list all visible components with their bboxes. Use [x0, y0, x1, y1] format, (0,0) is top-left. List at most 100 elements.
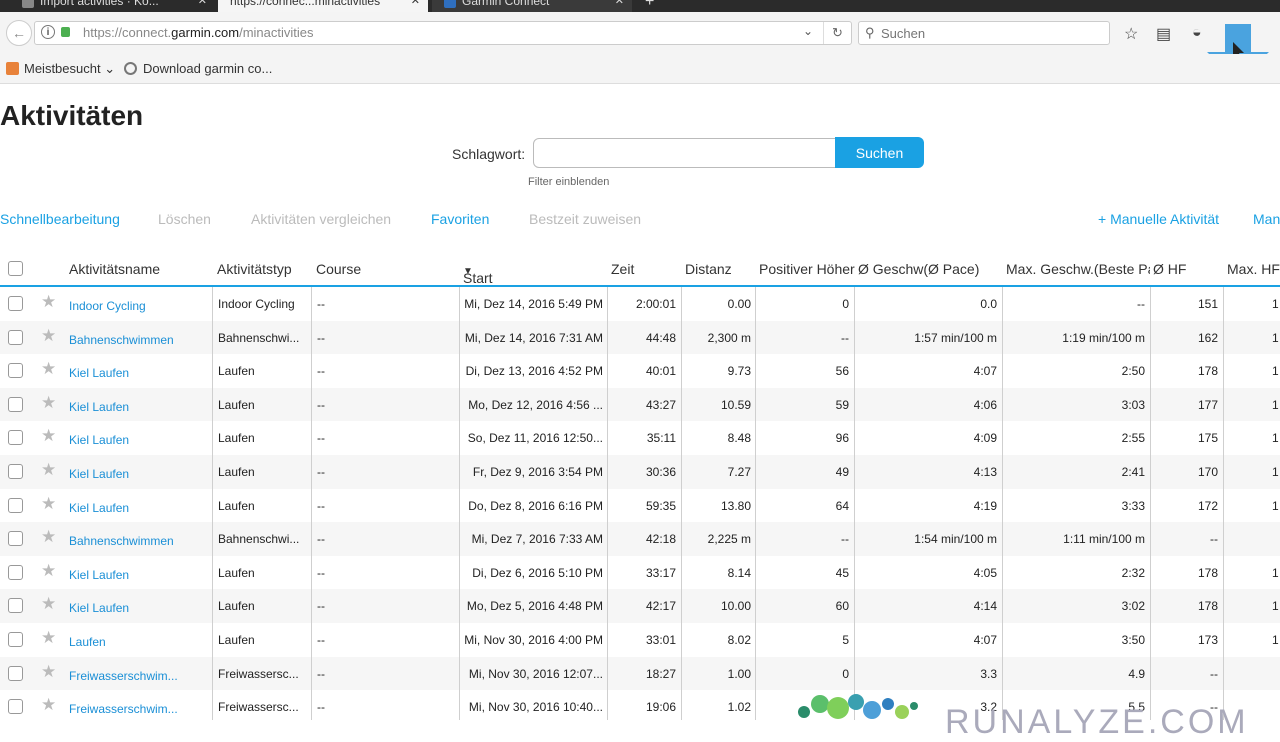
browser-tab[interactable]: Garmin Connect ✕: [432, 0, 632, 12]
assign-best-time-button[interactable]: Bestzeit zuweisen: [529, 211, 641, 227]
avg-heart-rate: 175: [1197, 431, 1218, 446]
row-checkbox[interactable]: [8, 296, 23, 311]
row-checkbox[interactable]: [8, 699, 23, 715]
activity-name-link[interactable]: Kiel Laufen: [69, 501, 209, 515]
favorite-star-icon[interactable]: ★: [41, 527, 56, 547]
col-course[interactable]: Course: [316, 261, 361, 277]
favorite-star-icon[interactable]: ★: [41, 460, 56, 480]
favorite-star-icon[interactable]: ★: [41, 695, 56, 715]
activity-name-link[interactable]: Freiwasserschwim...: [69, 702, 209, 716]
activity-name-link[interactable]: Bahnenschwimmen: [69, 534, 209, 548]
tab-close-icon[interactable]: ✕: [198, 0, 207, 7]
col-name[interactable]: Aktivitätsname: [69, 261, 160, 277]
row-checkbox[interactable]: [8, 531, 23, 547]
activity-name-link[interactable]: Kiel Laufen: [69, 568, 209, 582]
favorite-star-icon[interactable]: ★: [41, 393, 56, 413]
avg-speed: 4:09: [973, 431, 997, 446]
table-row[interactable]: ★ Kiel Laufen Laufen -- Do, Dez 8, 2016 6:16…: [0, 489, 1280, 523]
favorite-star-icon[interactable]: ★: [41, 292, 56, 312]
table-row[interactable]: ★ Kiel Laufen Laufen -- Di, Dez 6, 2016 5:10…: [0, 556, 1280, 590]
col-start[interactable]: Start ▼: [463, 261, 493, 286]
table-row[interactable]: ★ Freiwasserschwim... Freiwassersc... -- Mi,…: [0, 656, 1280, 691]
bookmark-star-icon[interactable]: ☆: [1124, 24, 1138, 44]
manual-activity-button[interactable]: + Manuelle Aktivität: [1098, 211, 1219, 227]
row-checkbox[interactable]: [8, 598, 23, 614]
start-date: Di, Dez 13, 2016 4:52 PM: [465, 364, 603, 379]
favorites-button[interactable]: Favoriten: [431, 211, 489, 227]
activity-name-link[interactable]: Freiwasserschwim...: [69, 669, 209, 683]
favorite-star-icon[interactable]: ★: [41, 359, 56, 379]
col-avg-speed[interactable]: Ø Geschw(Ø Pace): [858, 261, 979, 277]
delete-button[interactable]: Löschen: [158, 211, 211, 227]
table-row[interactable]: ★ Kiel Laufen Laufen -- Mo, Dez 5, 2016 4:48…: [0, 589, 1280, 623]
favorite-star-icon[interactable]: ★: [41, 628, 56, 648]
row-checkbox[interactable]: [8, 329, 23, 345]
table-row[interactable]: ★ Kiel Laufen Laufen -- So, Dez 11, 2016 12:…: [0, 421, 1280, 455]
table-row[interactable]: ★ Kiel Laufen Laufen -- Fr, Dez 9, 2016 3:54…: [0, 455, 1280, 489]
row-checkbox[interactable]: [8, 665, 23, 681]
col-ascent[interactable]: Positiver Höher: [759, 261, 855, 277]
browser-nav-bar: ← i https://connect.garmin.com/minactivi…: [0, 12, 1280, 82]
row-checkbox[interactable]: [8, 430, 23, 446]
row-checkbox[interactable]: [8, 564, 23, 580]
bookmark-download-garmin[interactable]: Download garmin co...: [124, 61, 272, 76]
reading-list-icon[interactable]: ▤: [1156, 24, 1171, 44]
avg-speed: 4:19: [973, 498, 997, 513]
favorite-star-icon[interactable]: ★: [41, 561, 56, 581]
table-row[interactable]: ★ Kiel Laufen Laufen -- Mo, Dez 12, 2016 4:5…: [0, 387, 1280, 422]
row-checkbox[interactable]: [8, 464, 23, 479]
row-checkbox[interactable]: [8, 497, 23, 513]
browser-tab-active[interactable]: https://connec...minactivities ✕: [218, 0, 428, 12]
favorite-star-icon[interactable]: ★: [41, 326, 56, 346]
browser-tab[interactable]: Import activities · Ko... ✕: [10, 0, 215, 12]
browser-search-input[interactable]: [881, 24, 1101, 42]
favorite-star-icon[interactable]: ★: [41, 662, 56, 682]
show-filter-link[interactable]: Filter einblenden: [528, 176, 609, 188]
manual-overflow-button[interactable]: Man: [1253, 211, 1280, 227]
row-checkbox[interactable]: [8, 632, 23, 647]
table-row[interactable]: ★ Laufen Laufen -- Mi, Nov 30, 2016 4:00 PM 3…: [0, 623, 1280, 657]
table-row[interactable]: ★ Bahnenschwimmen Bahnenschwi... -- Mi, Dez …: [0, 320, 1280, 355]
table-row[interactable]: ★ Indoor Cycling Indoor Cycling -- Mi, Dez 1…: [0, 287, 1280, 321]
url-text[interactable]: https://connect.garmin.com/minactivities: [83, 25, 314, 40]
activity-name-link[interactable]: Kiel Laufen: [69, 366, 209, 380]
col-type[interactable]: Aktivitätstyp: [217, 261, 292, 277]
col-distance[interactable]: Distanz: [685, 261, 732, 277]
bookmark-most-visited[interactable]: Meistbesucht ⌄: [6, 61, 115, 77]
max-speed: 4.9: [1128, 666, 1145, 681]
row-checkbox[interactable]: [8, 363, 23, 379]
activity-name-link[interactable]: Indoor Cycling: [69, 299, 209, 313]
chevron-down-icon[interactable]: ⌄: [803, 24, 813, 38]
new-tab-icon[interactable]: +: [645, 0, 654, 11]
tab-close-icon[interactable]: ✕: [411, 0, 420, 7]
row-checkbox[interactable]: [8, 396, 23, 412]
table-row[interactable]: ★ Bahnenschwimmen Bahnenschwi... -- Mi, Dez …: [0, 522, 1280, 556]
address-bar[interactable]: i https://connect.garmin.com/minactiviti…: [34, 21, 852, 45]
activity-name-link[interactable]: Kiel Laufen: [69, 400, 209, 414]
activity-name-link[interactable]: Laufen: [69, 635, 209, 649]
reload-icon[interactable]: ↻: [823, 22, 851, 44]
keyword-input[interactable]: [533, 138, 837, 168]
duration: 42:17: [645, 599, 676, 614]
select-all-checkbox[interactable]: [8, 261, 23, 276]
activity-name-link[interactable]: Kiel Laufen: [69, 433, 209, 447]
pocket-icon[interactable]: ◒: [1192, 24, 1202, 42]
tab-close-icon[interactable]: ✕: [615, 0, 624, 7]
col-avg-hr[interactable]: Ø HF: [1153, 261, 1186, 277]
favorite-star-icon[interactable]: ★: [41, 594, 56, 614]
compare-button[interactable]: Aktivitäten vergleichen: [251, 211, 391, 227]
col-time[interactable]: Zeit: [611, 261, 634, 277]
favorite-star-icon[interactable]: ★: [41, 426, 56, 446]
col-max-speed[interactable]: Max. Geschw.(Beste Pa: [1006, 261, 1150, 277]
browser-search-bar[interactable]: ⚲: [858, 21, 1110, 45]
activity-name-link[interactable]: Kiel Laufen: [69, 467, 209, 481]
activity-name-link[interactable]: Kiel Laufen: [69, 601, 209, 615]
back-arrow-icon[interactable]: ←: [6, 20, 32, 46]
activity-name-link[interactable]: Bahnenschwimmen: [69, 333, 209, 347]
search-button[interactable]: Suchen: [835, 137, 924, 168]
favorite-star-icon[interactable]: ★: [41, 494, 56, 514]
col-max-hr[interactable]: Max. HF: [1227, 261, 1280, 277]
table-row[interactable]: ★ Kiel Laufen Laufen -- Di, Dez 13, 2016 4:5…: [0, 354, 1280, 388]
info-icon[interactable]: i: [41, 25, 55, 39]
quick-edit-button[interactable]: Schnellbearbeitung: [0, 211, 120, 227]
